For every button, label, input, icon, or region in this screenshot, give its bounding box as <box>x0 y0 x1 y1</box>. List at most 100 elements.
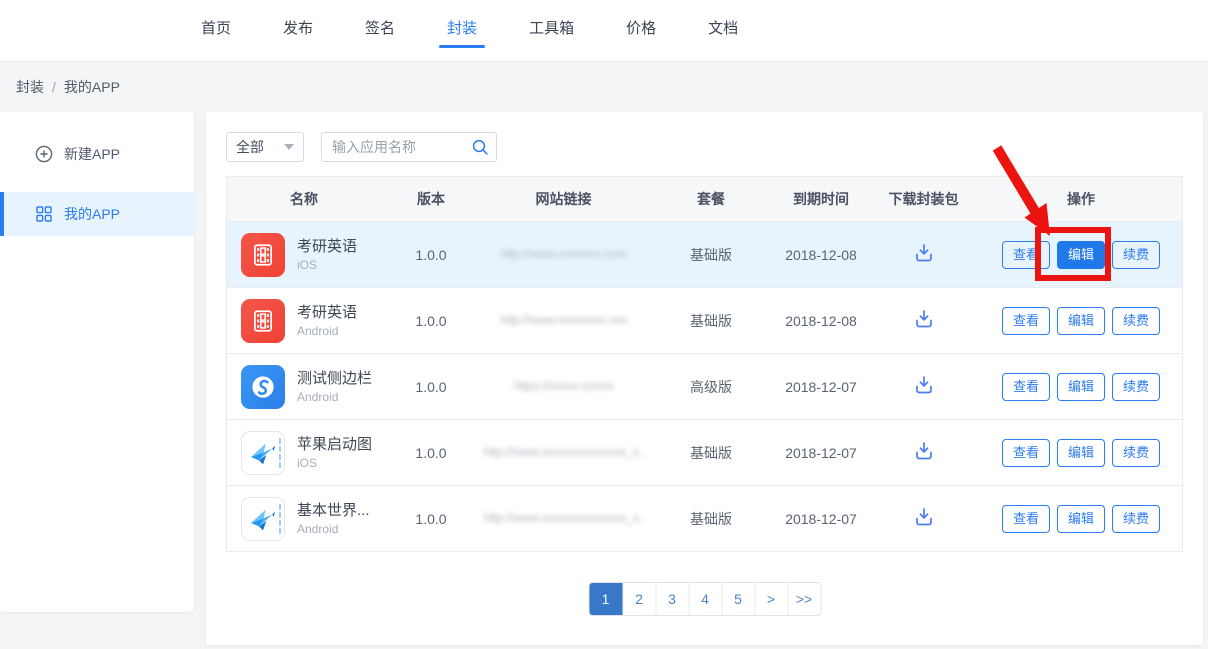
nav-item-发布[interactable]: 发布 <box>281 13 315 48</box>
column-header-version: 版本 <box>381 189 481 209</box>
column-header-download: 下载封装包 <box>866 189 981 209</box>
main-panel: 全部 名称 版本 网站链接 套餐 到期时间 下载封装包 操作 <box>206 112 1203 645</box>
app-name: 考研英语 <box>297 303 357 323</box>
edit-button[interactable]: 编辑 <box>1057 241 1105 269</box>
nav-item-签名[interactable]: 签名 <box>363 13 397 48</box>
toolbar: 全部 <box>226 132 497 162</box>
nav-item-label: 文档 <box>708 20 738 37</box>
app-platform: iOS <box>297 257 357 273</box>
table-row: 基本世界... Android 1.0.0 http://www.xxxxxxx… <box>227 485 1182 551</box>
caret-down-icon <box>284 144 294 150</box>
next-page-button[interactable]: > <box>754 583 787 615</box>
expiry-date: 2018-12-08 <box>776 247 866 263</box>
nav-item-文档[interactable]: 文档 <box>706 13 740 48</box>
filter-select-value: 全部 <box>236 137 264 157</box>
sidebar: 新建APP 我的APP <box>0 112 194 612</box>
top-nav: 首页 发布 签名 封装 工具箱 价格 文档 <box>0 0 1208 62</box>
app-version: 1.0.0 <box>381 247 481 263</box>
download-package-icon[interactable] <box>912 373 936 397</box>
app-version: 1.0.0 <box>381 511 481 527</box>
sidebar-item-my-app[interactable]: 我的APP <box>0 192 194 236</box>
nav-item-封装[interactable]: 封装 <box>445 13 479 48</box>
website-link-blurred: http://www.xxxxxxxxxxxxxx_x... <box>484 444 644 459</box>
paper-bird-app-icon <box>241 431 285 475</box>
page-2[interactable]: 2 <box>622 583 655 615</box>
column-header-name: 名称 <box>227 189 381 209</box>
view-button[interactable]: 查看 <box>1002 439 1050 467</box>
nav-item-label: 首页 <box>201 20 231 37</box>
sidebar-item-new-app[interactable]: 新建APP <box>0 132 194 176</box>
edit-button[interactable]: 编辑 <box>1057 505 1105 533</box>
edit-button[interactable]: 编辑 <box>1057 373 1105 401</box>
expiry-date: 2018-12-08 <box>776 313 866 329</box>
expiry-date: 2018-12-07 <box>776 445 866 461</box>
grid-icon <box>35 205 53 223</box>
app-platform: Android <box>297 521 370 537</box>
view-button[interactable]: 查看 <box>1002 307 1050 335</box>
view-button[interactable]: 查看 <box>1002 241 1050 269</box>
app-name: 测试侧边栏 <box>297 369 372 389</box>
renew-button[interactable]: 续费 <box>1112 439 1160 467</box>
plan-badge: 高级版 <box>646 377 776 397</box>
last-page-button[interactable]: >> <box>787 583 820 615</box>
view-button[interactable]: 查看 <box>1002 505 1050 533</box>
app-table: 名称 版本 网站链接 套餐 到期时间 下载封装包 操作 <box>226 176 1183 552</box>
app-version: 1.0.0 <box>381 445 481 461</box>
edit-button[interactable]: 编辑 <box>1057 307 1105 335</box>
paper-bird-app-icon <box>241 497 285 541</box>
renew-button[interactable]: 续费 <box>1112 373 1160 401</box>
breadcrumb-current: 我的APP <box>64 77 120 97</box>
page-5[interactable]: 5 <box>721 583 754 615</box>
download-package-icon[interactable] <box>912 241 936 265</box>
column-header-plan: 套餐 <box>646 189 776 209</box>
renew-button[interactable]: 续费 <box>1112 307 1160 335</box>
table-row: 考研英语 Android 1.0.0 http://www.xxxxxxxx.x… <box>227 287 1182 353</box>
film-app-icon <box>241 299 285 343</box>
filter-select[interactable]: 全部 <box>226 132 304 162</box>
plan-badge: 基础版 <box>646 443 776 463</box>
column-header-expiry: 到期时间 <box>776 189 866 209</box>
plan-badge: 基础版 <box>646 509 776 529</box>
nav-item-工具箱[interactable]: 工具箱 <box>527 13 576 48</box>
website-link-blurred: https://xxxxx.com/x <box>513 378 613 393</box>
download-package-icon[interactable] <box>912 439 936 463</box>
search-box <box>321 132 497 162</box>
breadcrumb-separator: / <box>52 79 56 95</box>
table-row: 苹果启动图 iOS 1.0.0 http://www.xxxxxxxxxxxxx… <box>227 419 1182 485</box>
nav-item-label: 工具箱 <box>529 20 574 37</box>
app-name: 基本世界... <box>297 501 370 521</box>
breadcrumb-section[interactable]: 封装 <box>16 77 44 97</box>
search-icon[interactable] <box>471 138 489 156</box>
website-link-blurred: http://www.xxxxxxx.com <box>500 246 626 261</box>
edit-button[interactable]: 编辑 <box>1057 439 1105 467</box>
table-header: 名称 版本 网站链接 套餐 到期时间 下载封装包 操作 <box>227 177 1182 221</box>
renew-button[interactable]: 续费 <box>1112 505 1160 533</box>
page-1[interactable]: 1 <box>589 583 622 615</box>
nav-item-label: 封装 <box>447 20 477 37</box>
sidebar-item-label: 我的APP <box>64 204 120 224</box>
renew-button[interactable]: 续费 <box>1112 241 1160 269</box>
expiry-date: 2018-12-07 <box>776 511 866 527</box>
download-package-icon[interactable] <box>912 505 936 529</box>
nav-item-label: 签名 <box>365 20 395 37</box>
table-row: 测试侧边栏 Android 1.0.0 https://xxxxx.com/x … <box>227 353 1182 419</box>
s-circle-app-icon <box>241 365 285 409</box>
nav-item-价格[interactable]: 价格 <box>624 13 658 48</box>
nav-item-label: 价格 <box>626 20 656 37</box>
plus-circle-icon <box>35 145 53 163</box>
website-link-blurred: http://www.xxxxxxxx.xxx <box>500 312 627 327</box>
nav-item-首页[interactable]: 首页 <box>199 13 233 48</box>
app-platform: iOS <box>297 455 372 471</box>
page-4[interactable]: 4 <box>688 583 721 615</box>
nav-item-label: 发布 <box>283 20 313 37</box>
app-platform: Android <box>297 323 357 339</box>
view-button[interactable]: 查看 <box>1002 373 1050 401</box>
app-version: 1.0.0 <box>381 313 481 329</box>
app-name: 苹果启动图 <box>297 435 372 455</box>
plan-badge: 基础版 <box>646 245 776 265</box>
app-version: 1.0.0 <box>381 379 481 395</box>
expiry-date: 2018-12-07 <box>776 379 866 395</box>
table-body: 考研英语 iOS 1.0.0 http://www.xxxxxxx.com 基础… <box>227 221 1182 551</box>
page-3[interactable]: 3 <box>655 583 688 615</box>
download-package-icon[interactable] <box>912 307 936 331</box>
